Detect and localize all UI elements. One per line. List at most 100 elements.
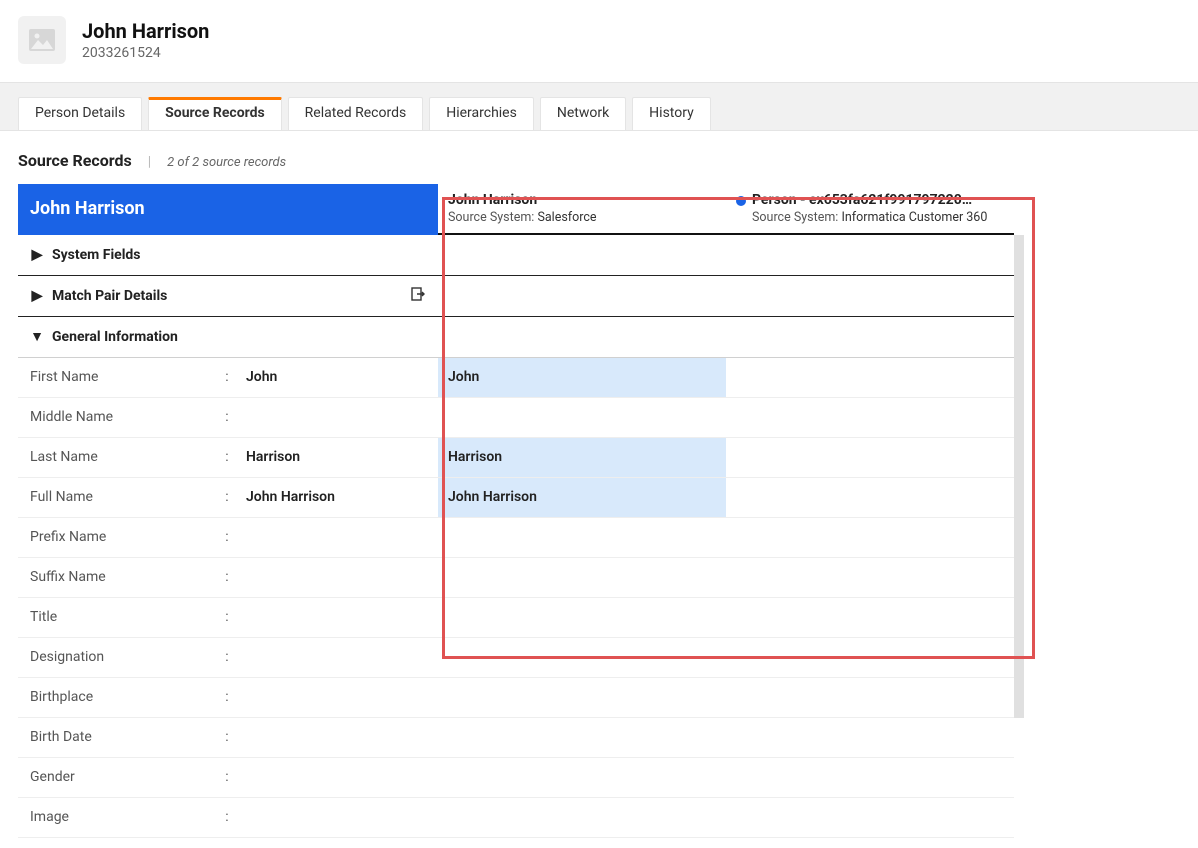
source-cell[interactable]	[726, 358, 1014, 398]
field-label: Last Name	[30, 449, 220, 465]
source-section-spacer	[726, 317, 1014, 358]
tab-related-records[interactable]: Related Records	[288, 97, 424, 130]
tab-history[interactable]: History	[632, 97, 711, 130]
scrollbar-track[interactable]	[1014, 678, 1024, 718]
field-colon: :	[220, 449, 234, 465]
source-header-1[interactable]: Person - ex653fa621f991797220… Source Sys…	[726, 184, 1014, 235]
scrollbar-track[interactable]	[1014, 317, 1024, 358]
section-title: Source Records	[18, 151, 132, 170]
source-cell[interactable]	[726, 718, 1014, 758]
field-row-title: Title:	[18, 598, 438, 638]
tab-hierarchies[interactable]: Hierarchies	[429, 97, 534, 130]
source-cell[interactable]	[726, 398, 1014, 438]
page-subtitle: 2033261524	[82, 45, 209, 61]
source-cell[interactable]	[726, 638, 1014, 678]
source-cell[interactable]: Harrison	[438, 438, 726, 478]
field-colon: :	[220, 529, 234, 545]
scrollbar-track[interactable]	[1014, 558, 1024, 598]
field-colon: :	[220, 689, 234, 705]
source-cell[interactable]	[438, 718, 726, 758]
scrollbar-track[interactable]	[1014, 398, 1024, 438]
field-row-middle-name: Middle Name:	[18, 398, 438, 438]
source-system-value: Salesforce	[537, 210, 596, 225]
section-subtitle: 2 of 2 source records	[167, 155, 286, 170]
chevron-down-icon: ▼	[30, 328, 44, 345]
source-cell[interactable]	[438, 598, 726, 638]
field-row-full-name: Full Name:John Harrison	[18, 478, 438, 518]
tab-person-details[interactable]: Person Details	[18, 97, 142, 130]
field-value: Harrison	[234, 449, 426, 465]
source-system-row: Source System: Salesforce	[448, 210, 716, 225]
scrollbar-track[interactable]	[1014, 235, 1024, 276]
section-label: Match Pair Details	[52, 288, 167, 304]
entity-image-placeholder	[18, 16, 66, 64]
scrollbar-track[interactable]	[1014, 518, 1024, 558]
source-section-spacer	[726, 276, 1014, 317]
field-label: Gender	[30, 769, 220, 785]
source-cell[interactable]	[726, 518, 1014, 558]
page-header: John Harrison 2033261524	[0, 0, 1198, 82]
source-cell[interactable]	[438, 558, 726, 598]
source-cell[interactable]: John	[438, 358, 726, 398]
scrollbar-gutter[interactable]	[1014, 718, 1024, 758]
field-colon: :	[220, 409, 234, 425]
scrollbar-track[interactable]	[1014, 638, 1024, 678]
source-title: Person - ex653fa621f991797220…	[752, 192, 1004, 208]
source-status-dot-icon	[736, 196, 746, 206]
scrollbar-gutter[interactable]	[1014, 798, 1024, 838]
chevron-right-icon: ▶	[30, 288, 44, 304]
source-cell[interactable]: John Harrison	[438, 478, 726, 518]
section-toggle-match-pair-details[interactable]: ▶ Match Pair Details	[18, 276, 438, 317]
source-cell[interactable]	[726, 758, 1014, 798]
source-cell[interactable]	[726, 798, 1014, 838]
field-colon: :	[220, 609, 234, 625]
scrollbar-track[interactable]	[1014, 358, 1024, 398]
source-section-spacer	[438, 235, 726, 276]
field-value: John	[234, 369, 426, 385]
field-colon: :	[220, 809, 234, 825]
source-cell[interactable]	[438, 518, 726, 558]
export-icon[interactable]	[410, 286, 426, 306]
source-header-0[interactable]: John Harrison Source System: Salesforce	[438, 184, 726, 235]
source-cell[interactable]	[726, 678, 1014, 718]
source-cell[interactable]	[726, 558, 1014, 598]
source-title: John Harrison	[448, 192, 716, 208]
source-cell[interactable]	[438, 678, 726, 718]
field-row-last-name: Last Name:Harrison	[18, 438, 438, 478]
scrollbar-track[interactable]	[1014, 184, 1024, 235]
section-toggle-general-information[interactable]: ▼General Information	[18, 317, 438, 358]
field-colon: :	[220, 569, 234, 585]
field-colon: :	[220, 769, 234, 785]
field-label: Image	[30, 809, 220, 825]
source-system-label: Source System:	[448, 210, 534, 225]
source-cell[interactable]	[726, 598, 1014, 638]
source-cell[interactable]	[438, 758, 726, 798]
field-colon: :	[220, 369, 234, 385]
source-cell[interactable]	[726, 438, 1014, 478]
section-divider: |	[148, 154, 151, 170]
field-label: Prefix Name	[30, 529, 220, 545]
source-cell[interactable]	[726, 478, 1014, 518]
field-row-suffix-name: Suffix Name:	[18, 558, 438, 598]
field-row-prefix-name: Prefix Name:	[18, 518, 438, 558]
chevron-right-icon: ▶	[30, 247, 44, 263]
source-system-label: Source System:	[752, 210, 838, 225]
scrollbar-gutter[interactable]	[1014, 758, 1024, 798]
master-record-header: John Harrison	[18, 184, 438, 235]
scrollbar-track[interactable]	[1014, 276, 1024, 317]
scrollbar-track[interactable]	[1014, 478, 1024, 518]
field-label: Designation	[30, 649, 220, 665]
field-label: Title	[30, 609, 220, 625]
source-cell[interactable]	[438, 398, 726, 438]
field-row-first-name: First Name:John	[18, 358, 438, 398]
scrollbar-track[interactable]	[1014, 438, 1024, 478]
tab-source-records[interactable]: Source Records	[148, 97, 282, 130]
tab-network[interactable]: Network	[540, 97, 626, 130]
source-cell[interactable]	[438, 638, 726, 678]
source-cell[interactable]	[438, 798, 726, 838]
image-placeholder-icon	[29, 29, 55, 51]
header-text: John Harrison 2033261524	[82, 19, 209, 61]
tab-bar: Person DetailsSource RecordsRelated Reco…	[0, 82, 1198, 131]
section-toggle-system-fields[interactable]: ▶System Fields	[18, 235, 438, 276]
scrollbar-track[interactable]	[1014, 598, 1024, 638]
